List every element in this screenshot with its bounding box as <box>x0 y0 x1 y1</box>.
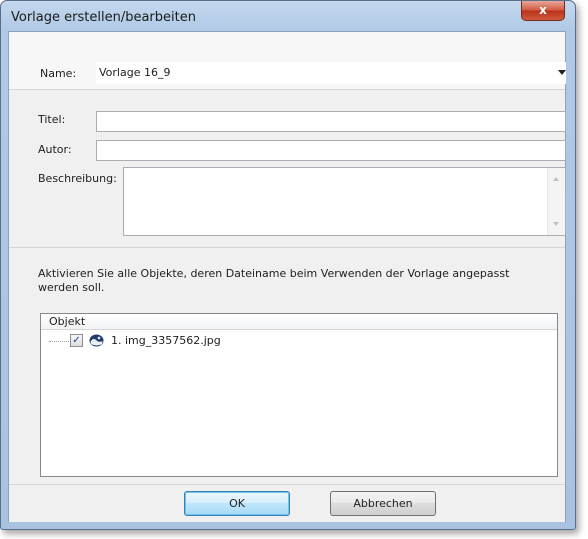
objects-listbox[interactable]: Objekt ✓ 1. img_3357562.jpg <box>40 313 558 477</box>
column-header-objekt: Objekt <box>49 315 86 328</box>
name-combobox[interactable]: Vorlage 16_9 <box>96 62 566 84</box>
scroll-down-icon[interactable] <box>553 222 559 226</box>
scroll-up-icon[interactable] <box>553 177 559 181</box>
list-column-header[interactable]: Objekt <box>41 314 557 330</box>
object-item-label: 1. img_3357562.jpg <box>111 334 221 347</box>
tree-connector <box>49 341 69 342</box>
object-checkbox[interactable]: ✓ <box>70 334 83 347</box>
description-label: Beschreibung: <box>38 172 117 185</box>
name-combobox-value: Vorlage 16_9 <box>99 66 171 79</box>
title-input[interactable] <box>96 111 566 132</box>
image-file-icon <box>89 334 104 347</box>
instruction-line-1: Aktivieren Sie alle Objekte, deren Datei… <box>38 267 510 280</box>
cancel-button[interactable]: Abbrechen <box>330 491 436 516</box>
title-bar[interactable]: Vorlage erstellen/bearbeiten x <box>1 1 575 32</box>
title-label: Titel: <box>38 113 66 126</box>
instruction-text: Aktivieren Sie alle Objekte, deren Datei… <box>38 267 558 295</box>
ok-button[interactable]: OK <box>184 491 290 516</box>
close-button[interactable]: x <box>521 1 565 21</box>
author-label: Autor: <box>38 143 72 156</box>
author-input[interactable] <box>96 140 566 161</box>
chevron-down-icon[interactable] <box>558 70 566 75</box>
description-textarea[interactable] <box>123 167 566 236</box>
instruction-line-2: werden soll. <box>38 281 105 294</box>
window-title: Vorlage erstellen/bearbeiten <box>11 10 196 25</box>
name-label: Name: <box>40 67 77 80</box>
description-scrollbar[interactable] <box>547 168 565 235</box>
